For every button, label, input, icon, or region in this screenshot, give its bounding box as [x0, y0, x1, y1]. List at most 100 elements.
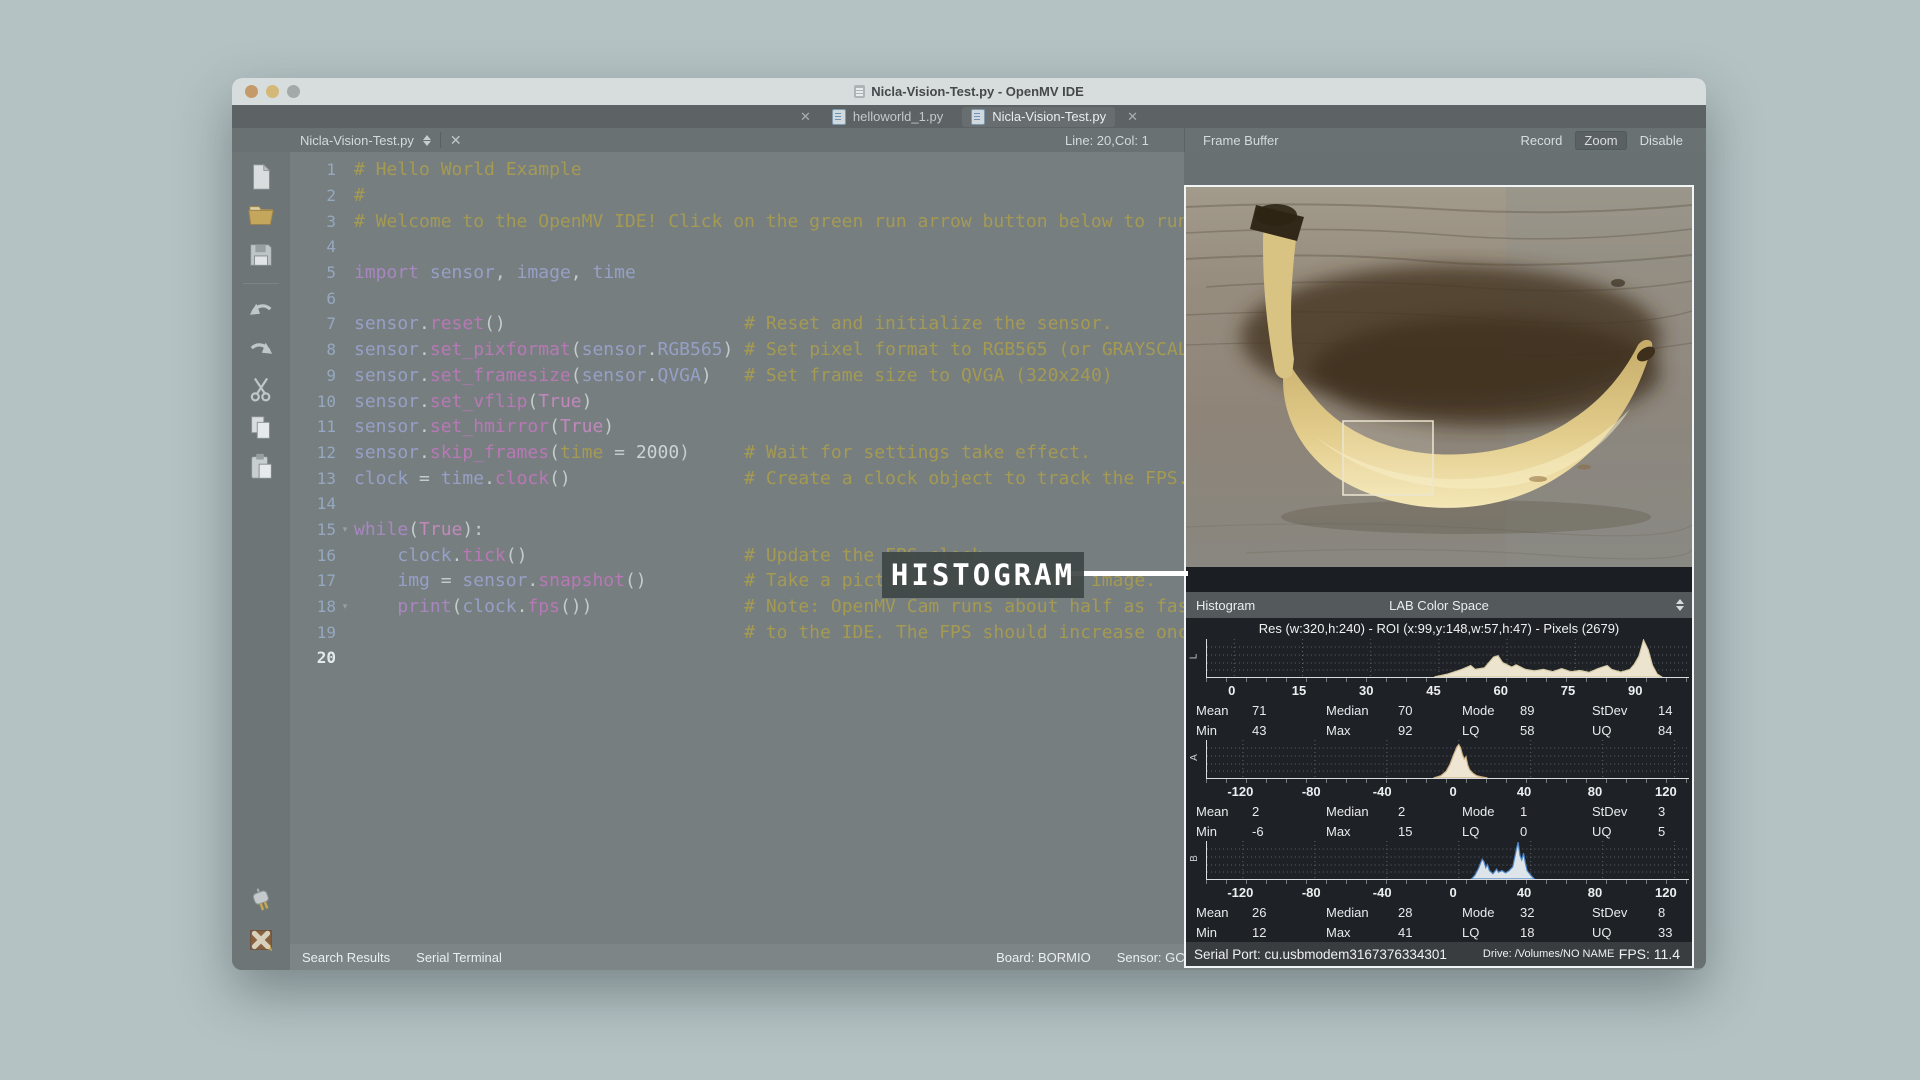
histogram-stats-row: Mean71Median70Mode89StDev14	[1186, 700, 1692, 720]
stat-value: 14	[1658, 703, 1692, 718]
code-token: # Hello World Example	[354, 159, 582, 180]
code-token: (	[571, 339, 582, 360]
drive-indicator: Drive: /Volumes/NO NAME	[1483, 948, 1614, 960]
tab-nicla-vision-test-py[interactable]: Nicla-Vision-Test.py	[962, 107, 1115, 127]
line-number: 12	[290, 443, 336, 462]
fold-marker-icon[interactable]: ▾	[336, 601, 354, 612]
line-number: 19	[290, 623, 336, 642]
histogram-stats-row: Min-6Max15LQ0UQ5	[1186, 821, 1692, 841]
zoom-button[interactable]: Zoom	[1575, 131, 1626, 150]
code-token: =	[430, 570, 463, 591]
serial-terminal-button[interactable]: Serial Terminal	[416, 950, 502, 965]
stat-label: UQ	[1592, 824, 1658, 839]
new-file-icon[interactable]	[244, 160, 278, 194]
axis-tick-label: 120	[1655, 784, 1677, 799]
record-button[interactable]: Record	[1511, 131, 1571, 150]
line-number: 5	[290, 263, 336, 282]
undo-icon[interactable]	[244, 294, 278, 328]
close-tab-icon[interactable]: ✕	[1125, 110, 1140, 123]
code-token: set_vflip	[430, 391, 528, 412]
code-token: ):	[462, 519, 484, 540]
cut-icon[interactable]	[244, 372, 278, 406]
code-token: (	[527, 391, 538, 412]
code-token: sensor	[582, 365, 647, 386]
copy-icon[interactable]	[244, 411, 278, 445]
window-title: Nicla-Vision-Test.py - OpenMV IDE	[871, 84, 1084, 99]
line-number: 18	[290, 597, 336, 616]
code-token: clock	[495, 468, 549, 489]
code-token: set_hmirror	[430, 416, 549, 437]
code-token: .	[419, 365, 430, 386]
colorspace-select[interactable]: LAB Color Space	[1186, 598, 1692, 613]
code-token: .	[419, 391, 430, 412]
histogram-stats-row: Mean2Median2Mode1StDev3	[1186, 801, 1692, 821]
histogram-channel-a: A-120-80-4004080120Mean2Median2Mode1StDe…	[1186, 740, 1692, 841]
histogram-channel-l: L 0153045607590Mean71Median70Mode89StDev1…	[1186, 639, 1692, 740]
code-token: # Set frame size to QVGA (320x240)	[744, 365, 1112, 386]
fold-marker-icon[interactable]: ▾	[336, 524, 354, 535]
code-token: print	[397, 596, 451, 617]
axis-labels: 0153045607590	[1194, 682, 1689, 700]
histogram-plot-a: A	[1206, 740, 1689, 779]
axis-tick-label: -80	[1302, 784, 1321, 799]
code-token	[354, 596, 397, 617]
stat-label: Min	[1196, 824, 1252, 839]
disable-button[interactable]: Disable	[1631, 131, 1692, 150]
paste-icon[interactable]	[244, 450, 278, 484]
axis-tick-label: -120	[1227, 885, 1253, 900]
zoom-window-button[interactable]	[287, 85, 300, 98]
stat-value: 41	[1398, 925, 1462, 940]
close-tab-icon[interactable]: ✕	[798, 110, 813, 123]
stat-value: 8	[1658, 905, 1692, 920]
titlebar: Nicla-Vision-Test.py - OpenMV IDE	[232, 78, 1706, 105]
code-token: =	[603, 442, 636, 463]
save-icon[interactable]	[244, 238, 278, 272]
code-token: time	[560, 442, 603, 463]
open-folder-icon[interactable]	[244, 199, 278, 233]
code-token: .	[517, 596, 528, 617]
tab-label: helloworld_1.py	[853, 109, 943, 124]
python-file-icon	[832, 109, 846, 125]
frame-buffer-panel: Histogram LAB Color Space Res (w:320,h:2…	[1184, 185, 1694, 968]
frame-buffer-image[interactable]	[1186, 187, 1692, 567]
axis-labels: -120-80-4004080120	[1194, 783, 1689, 801]
disconnect-icon[interactable]	[244, 922, 278, 956]
code-token: ()	[484, 313, 744, 334]
axis-tick-label: 15	[1292, 683, 1306, 698]
search-results-button[interactable]: Search Results	[302, 950, 390, 965]
code-token	[354, 545, 397, 566]
colorspace-select-arrows-icon[interactable]	[1676, 599, 1684, 611]
axis-tick-label: 80	[1588, 885, 1602, 900]
line-number: 8	[290, 340, 336, 359]
code-token: .	[419, 339, 430, 360]
connect-icon[interactable]	[244, 883, 278, 917]
code-text: sensor.set_vflip(True)	[354, 391, 592, 412]
window-title-wrap: Nicla-Vision-Test.py - OpenMV IDE	[232, 84, 1706, 99]
code-token: ()	[625, 570, 744, 591]
code-token: sensor	[462, 570, 527, 591]
close-window-button[interactable]	[245, 85, 258, 98]
code-token: sensor	[430, 262, 495, 283]
code-token: # Set pixel format to RGB565 (or GRAYSCA…	[744, 339, 1210, 360]
histogram-stats-row: Min12Max41LQ18UQ33	[1186, 922, 1692, 942]
stat-value: 1	[1520, 804, 1592, 819]
line-number: 20	[290, 648, 336, 667]
openmv-ide-window: Nicla-Vision-Test.py - OpenMV IDE ✕ hello…	[232, 78, 1706, 970]
close-file-icon[interactable]: ✕	[450, 132, 462, 149]
tab-helloworld-1-py[interactable]: helloworld_1.py	[823, 107, 952, 127]
stat-value: -6	[1252, 824, 1326, 839]
code-token: )	[603, 416, 614, 437]
file-switch-icon[interactable]	[423, 135, 431, 146]
stat-label: UQ	[1592, 723, 1658, 738]
stat-value: 26	[1252, 905, 1326, 920]
stat-label: Mode	[1462, 905, 1520, 920]
stat-label: Max	[1326, 723, 1398, 738]
channel-label-l: L	[1188, 654, 1199, 660]
minimize-window-button[interactable]	[266, 85, 279, 98]
code-token: sensor	[354, 313, 419, 334]
histogram-header: Histogram LAB Color Space	[1186, 592, 1692, 618]
code-token: )	[582, 391, 593, 412]
redo-icon[interactable]	[244, 333, 278, 367]
open-file-selector[interactable]: Nicla-Vision-Test.py ✕	[300, 128, 462, 152]
python-file-icon	[971, 109, 985, 125]
